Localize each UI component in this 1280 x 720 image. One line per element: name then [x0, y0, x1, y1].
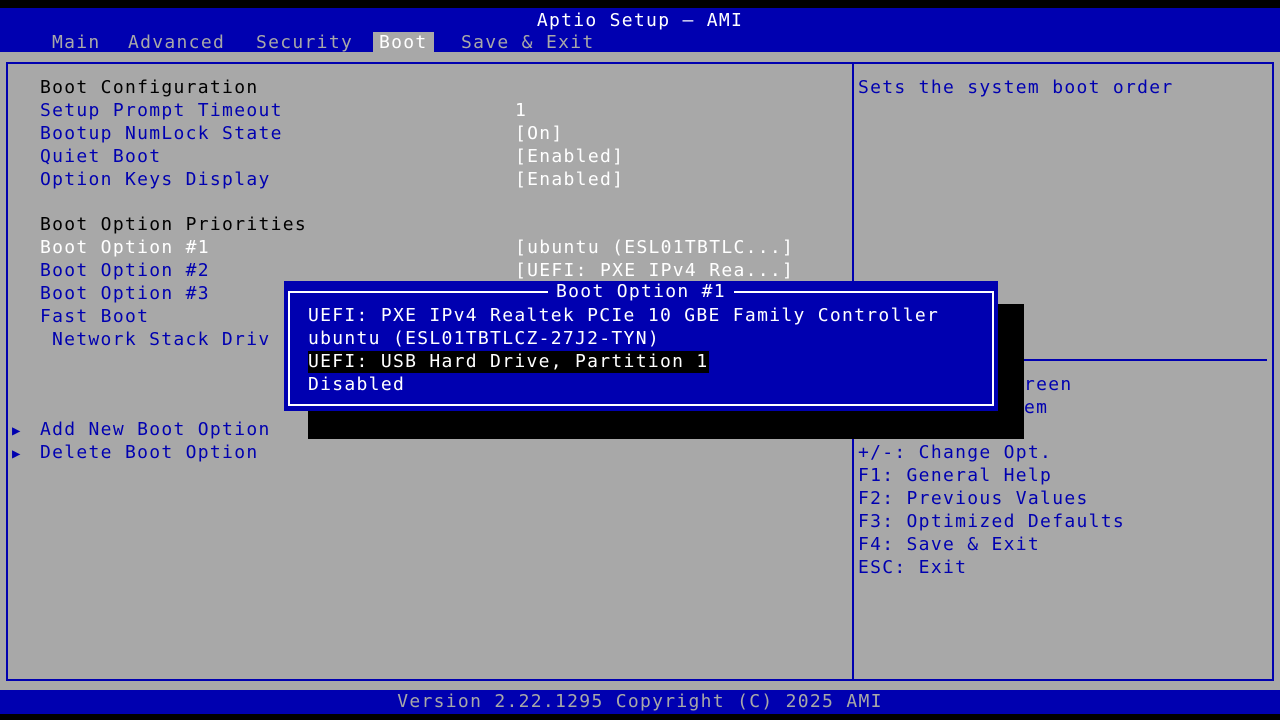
version-text: Version 2.22.1295 Copyright (C) 2025 AMI	[397, 691, 883, 712]
tab-main[interactable]: Main	[46, 32, 107, 54]
tab-save-exit[interactable]: Save & Exit	[455, 32, 601, 54]
submenu-arrow-icon: ▶	[12, 446, 22, 462]
popup-title-text: Boot Option #1	[548, 281, 734, 302]
help-key-previous-values: F2: Previous Values	[858, 488, 1089, 509]
popup-option-ubuntu[interactable]: ubuntu (ESL01TBTLCZ-27J2-TYN)	[308, 328, 660, 350]
option-keys-display-label[interactable]: Option Keys Display	[40, 169, 271, 191]
help-key-general-help: F1: General Help	[858, 465, 1053, 486]
popup-option-usb-selected[interactable]: UEFI: USB Hard Drive, Partition 1	[308, 351, 709, 373]
help-key-optimized-defaults: F3: Optimized Defaults	[858, 511, 1126, 532]
network-stack-driver-label[interactable]: Network Stack Driv	[52, 329, 270, 351]
popup-title: Boot Option #1	[284, 281, 998, 303]
popup-option-pxe[interactable]: UEFI: PXE IPv4 Realtek PCIe 10 GBE Famil…	[308, 305, 939, 327]
boot-option-1-value[interactable]: [ubuntu (ESL01TBTLC...]	[515, 237, 794, 259]
boot-option-2-value[interactable]: [UEFI: PXE IPv4 Rea...]	[515, 260, 794, 282]
tab-boot[interactable]: Boot	[373, 32, 434, 54]
option-keys-display-value[interactable]: [Enabled]	[515, 169, 624, 191]
help-key-change-opt: +/-: Change Opt.	[858, 442, 1053, 463]
help-description: Sets the system boot order	[858, 77, 1174, 98]
setup-prompt-timeout-value[interactable]: 1	[515, 100, 527, 122]
help-key-partial: em	[1024, 397, 1049, 418]
fast-boot-label[interactable]: Fast Boot	[40, 306, 149, 328]
bootup-numlock-state-value[interactable]: [On]	[515, 123, 564, 145]
help-key-save-exit: F4: Save & Exit	[858, 534, 1041, 555]
add-new-boot-option[interactable]: Add New Boot Option	[40, 419, 271, 441]
tab-advanced[interactable]: Advanced	[122, 32, 231, 54]
app-title: Aptio Setup – AMI	[536, 10, 744, 31]
bootup-numlock-state-label[interactable]: Bootup NumLock State	[40, 123, 283, 145]
setup-prompt-timeout-label[interactable]: Setup Prompt Timeout	[40, 100, 283, 122]
quiet-boot-label[interactable]: Quiet Boot	[40, 146, 161, 168]
submenu-arrow-icon: ▶	[12, 423, 22, 439]
delete-boot-option[interactable]: Delete Boot Option	[40, 442, 258, 464]
popup-option-disabled[interactable]: Disabled	[308, 374, 405, 396]
boot-option-2-label[interactable]: Boot Option #2	[40, 260, 210, 282]
boot-option-3-label[interactable]: Boot Option #3	[40, 283, 210, 305]
tab-security[interactable]: Security	[250, 32, 359, 54]
help-key-partial: reen	[1024, 374, 1073, 395]
quiet-boot-value[interactable]: [Enabled]	[515, 146, 624, 168]
help-key-esc-exit: ESC: Exit	[858, 557, 968, 578]
boot-option-priorities-heading: Boot Option Priorities	[40, 214, 308, 235]
boot-configuration-heading: Boot Configuration	[40, 77, 259, 98]
boot-option-1-label[interactable]: Boot Option #1	[40, 237, 210, 259]
